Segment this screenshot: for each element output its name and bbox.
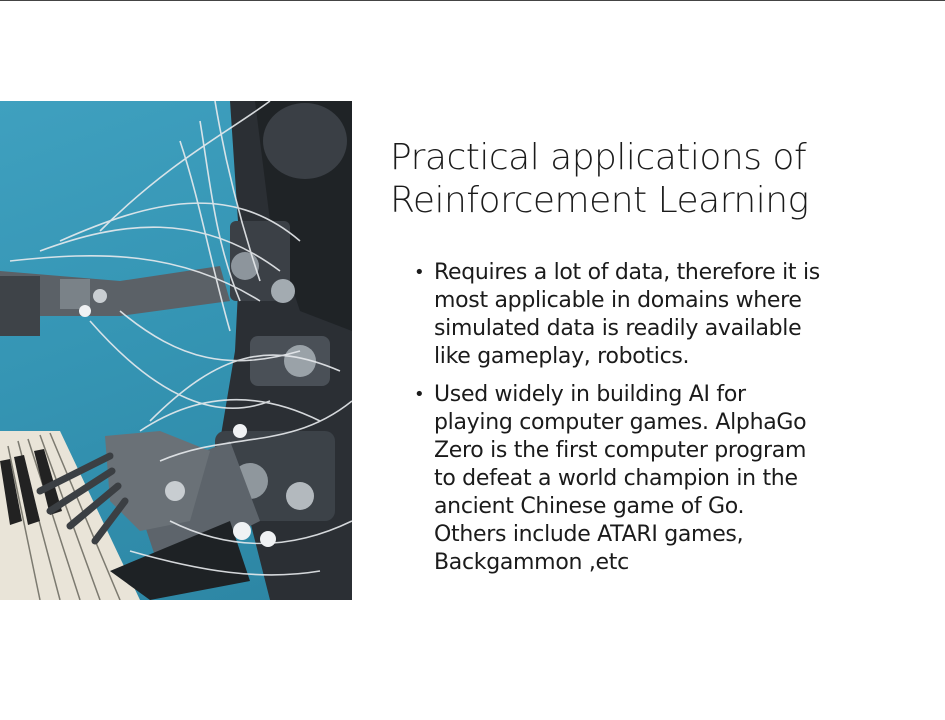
bullet-line: most applicable in domains where (434, 288, 802, 313)
bullet-line: ancient Chinese game of Go. (434, 494, 745, 519)
bullet-line: like gameplay, robotics. (434, 344, 690, 369)
bullet-item: • Requires a lot of data, therefore it i… (414, 259, 894, 371)
robot-upper-hand (0, 266, 230, 336)
bullet-line: to defeat a world champion in the (434, 466, 798, 491)
bullet-line: Zero is the first computer program (434, 438, 807, 463)
bullet-line: Backgammon ,etc (434, 550, 629, 575)
bullet-line: Others include ATARI games, (434, 522, 744, 547)
bullet-line: playing computer games. AlphaGo (434, 410, 807, 435)
bullet-line: simulated data is readily available (434, 316, 802, 341)
bullet-line: Used widely in building AI for (434, 382, 746, 407)
bullet-glyph: • (414, 262, 425, 283)
title-line: Reinforcement Learning (390, 180, 809, 221)
slide-title: Practical applications of Reinforcement … (390, 136, 910, 222)
title-line: Practical applications of (390, 137, 807, 178)
robot-illustration (0, 101, 352, 600)
bullet-list: • Requires a lot of data, therefore it i… (414, 259, 894, 587)
bullet-item: • Used widely in building AI for playing… (414, 381, 894, 577)
slide-top-border (0, 0, 945, 1)
robot-playing-piano-image (0, 101, 352, 600)
bullet-line: Requires a lot of data, therefore it is (434, 260, 820, 285)
bullet-glyph: • (414, 384, 425, 405)
